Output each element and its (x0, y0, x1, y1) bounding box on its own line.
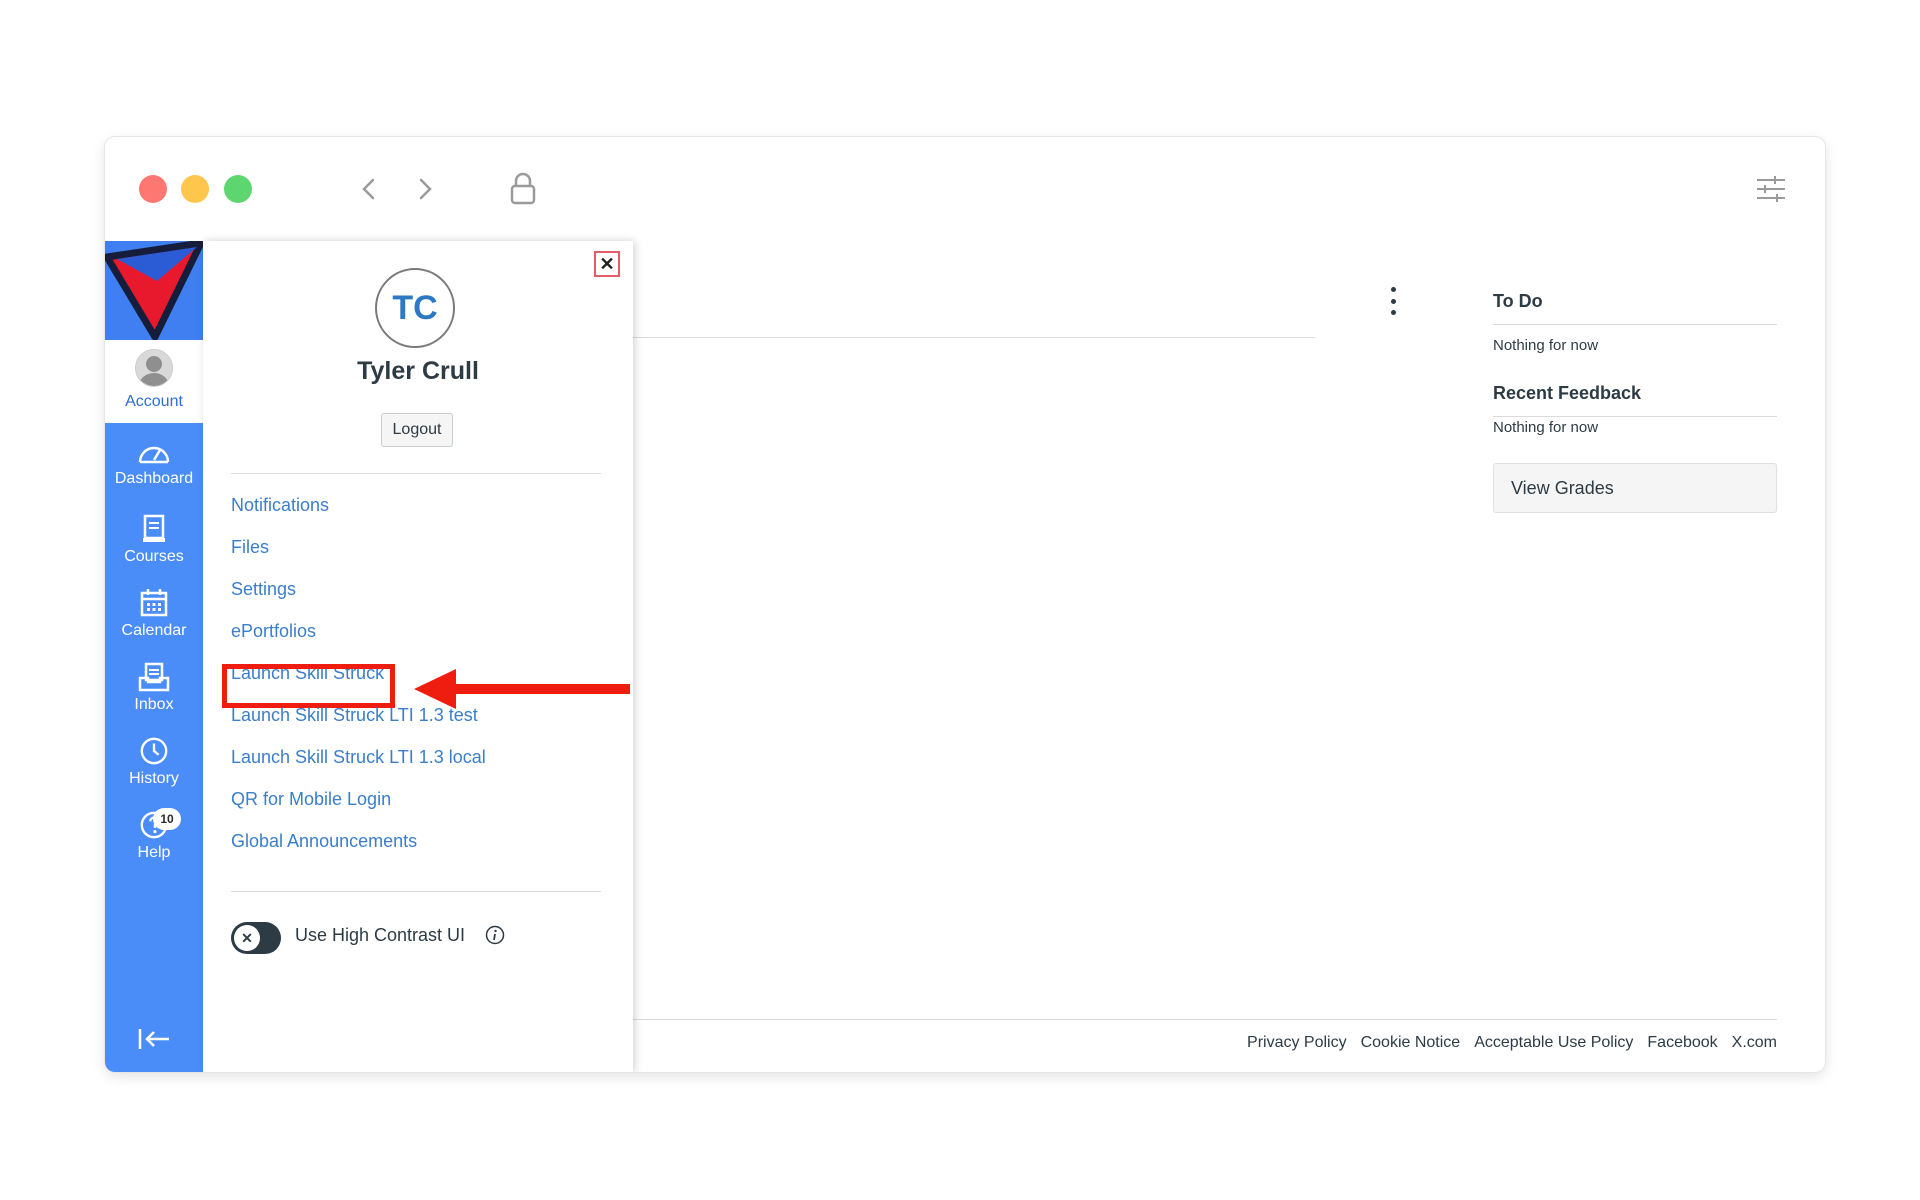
nav-calendar-label: Calendar (121, 622, 187, 639)
user-name: Tyler Crull (357, 357, 479, 385)
toggle-off-icon: ✕ (234, 925, 260, 951)
header-divider (633, 337, 1315, 338)
todo-heading: To Do (1493, 291, 1543, 311)
close-window-button[interactable] (139, 175, 167, 203)
global-navigation: Account Dashboard Courses Calendar Inbox… (105, 239, 205, 1072)
nav-inbox[interactable]: Inbox (105, 662, 203, 714)
divider (231, 891, 601, 892)
browser-toolbar (105, 137, 1825, 241)
minimize-window-button[interactable] (181, 175, 209, 203)
courses-icon (143, 514, 165, 542)
divider (231, 473, 601, 474)
tray-link-files[interactable]: Files (231, 537, 269, 558)
nav-help-label: Help (137, 844, 171, 861)
nav-calendar[interactable]: Calendar (105, 588, 203, 640)
tray-link-qr-mobile-login[interactable]: QR for Mobile Login (231, 789, 391, 810)
footer-link-cookie[interactable]: Cookie Notice (1361, 1034, 1461, 1052)
nav-courses[interactable]: Courses (105, 514, 203, 566)
footer-link-facebook[interactable]: Facebook (1647, 1034, 1717, 1052)
lock-icon (505, 171, 541, 207)
account-tray: ✕ TC Tyler Crull Logout Notifications Fi… (203, 241, 633, 1072)
nav-account-label: Account (125, 393, 183, 410)
tray-link-global-announcements[interactable]: Global Announcements (231, 831, 417, 852)
todo-empty-text: Nothing for now (1493, 337, 1599, 354)
divider (1493, 324, 1777, 325)
view-grades-button[interactable]: View Grades (1493, 463, 1777, 513)
help-badge: 10 (153, 808, 181, 830)
chevron-left-icon[interactable] (349, 169, 389, 209)
divider (1493, 416, 1777, 417)
chevron-right-icon[interactable] (405, 169, 445, 209)
tray-link-launch-lti-local[interactable]: Launch Skill Struck LTI 1.3 local (231, 747, 486, 768)
nav-dashboard-label: Dashboard (114, 470, 194, 487)
clock-icon (140, 737, 168, 765)
tray-link-eportfolios[interactable]: ePortfolios (231, 621, 316, 642)
inbox-icon (138, 662, 170, 692)
calendar-icon (140, 589, 168, 617)
nav-courses-label: Courses (124, 548, 184, 565)
nav-history[interactable]: History (105, 736, 203, 788)
close-icon[interactable]: ✕ (594, 251, 620, 277)
collapse-nav-icon[interactable] (137, 1027, 171, 1056)
nav-dashboard[interactable]: Dashboard (105, 440, 203, 488)
avatar: TC (375, 268, 455, 348)
info-icon[interactable] (485, 925, 505, 945)
sliders-icon[interactable] (1755, 175, 1787, 203)
footer-link-acceptable-use[interactable]: Acceptable Use Policy (1474, 1034, 1633, 1052)
highlight-box (222, 664, 395, 708)
arrow-left-icon (414, 669, 630, 709)
nav-inbox-label: Inbox (134, 696, 174, 713)
nav-history-label: History (129, 770, 179, 787)
avatar (135, 349, 173, 387)
logo[interactable] (105, 239, 205, 341)
feedback-heading: Recent Feedback (1493, 383, 1642, 403)
footer-divider (633, 1019, 1777, 1020)
high-contrast-label: Use High Contrast UI (295, 925, 466, 945)
maximize-window-button[interactable] (224, 175, 252, 203)
nav-help[interactable]: 10 Help (105, 808, 203, 862)
high-contrast-toggle[interactable]: ✕ (231, 922, 281, 954)
footer-link-x[interactable]: X.com (1732, 1034, 1777, 1052)
footer-link-privacy[interactable]: Privacy Policy (1247, 1034, 1347, 1052)
nav-account[interactable]: Account (105, 340, 203, 423)
tray-link-settings[interactable]: Settings (231, 579, 296, 600)
logout-button[interactable]: Logout (381, 413, 453, 447)
footer: Privacy Policy Cookie Notice Acceptable … (1247, 1034, 1777, 1052)
feedback-empty-text: Nothing for now (1493, 419, 1599, 436)
tray-link-notifications[interactable]: Notifications (231, 495, 329, 516)
dashboard-icon (138, 446, 170, 464)
browser-window: Account Dashboard Courses Calendar Inbox… (105, 137, 1825, 1072)
more-options-icon[interactable] (1383, 287, 1403, 315)
